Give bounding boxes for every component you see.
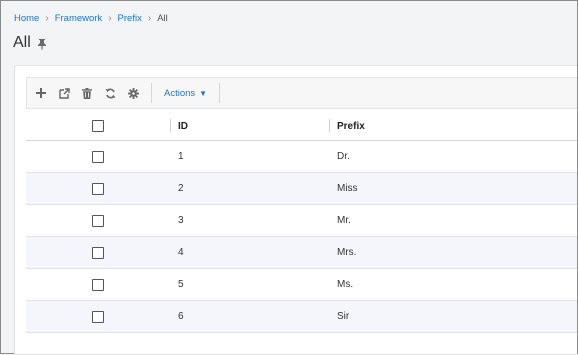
row-id: 3 [170,204,329,237]
breadcrumb-separator: › [45,13,49,24]
row-select-cell [26,204,170,237]
breadcrumb-separator: › [147,13,152,24]
row-checkbox[interactable] [92,182,104,195]
row-checkbox[interactable] [92,214,104,227]
toolbar-divider [151,83,152,103]
row-select-cell [26,300,170,333]
row-checkbox[interactable] [92,150,104,163]
caret-down-icon: ▼ [199,88,208,98]
page-title: All [13,34,31,51]
row-prefix: Ms. [329,268,577,301]
column-header-prefix[interactable]: Prefix [329,112,577,141]
select-all-cell [26,112,170,141]
row-id: 6 [170,300,329,333]
row-select-cell [26,236,170,269]
row-checkbox[interactable] [92,310,104,323]
table-row[interactable]: 3 Mr. [26,204,577,237]
actions-dropdown[interactable]: Actions ▼ [158,88,213,99]
refresh-icon[interactable] [99,82,121,104]
row-prefix: Dr. [329,140,577,173]
row-prefix: Sir [329,300,577,333]
actions-label: Actions [164,87,196,99]
table-row[interactable]: 4 Mrs. [26,236,577,269]
row-id: 5 [170,268,329,301]
row-id: 1 [170,140,329,173]
row-id: 4 [170,236,329,269]
table-header-row: ID Prefix [26,112,577,141]
row-checkbox[interactable] [92,278,104,291]
row-select-cell [26,268,170,301]
row-prefix: Mr. [329,204,577,237]
row-select-cell [26,172,170,205]
row-checkbox[interactable] [92,246,104,259]
add-icon[interactable] [30,82,52,104]
content-panel: Actions ▼ ID Prefix 1 Dr. 2 Miss 3 Mr. 4… [14,65,577,355]
open-external-icon[interactable] [53,82,75,104]
settings-icon[interactable] [122,82,144,104]
table-row[interactable]: 6 Sir [26,300,577,333]
breadcrumb: Home › Framework › Prefix › All [14,13,168,24]
breadcrumb-prefix[interactable]: Prefix [118,13,142,24]
pin-icon[interactable] [37,37,47,50]
breadcrumb-framework[interactable]: Framework [55,13,103,24]
page-title-row: All [13,34,47,52]
prefix-table: ID Prefix 1 Dr. 2 Miss 3 Mr. 4 Mrs. 5 Ms… [26,112,577,333]
row-select-cell [26,140,170,173]
row-prefix: Miss [329,172,577,205]
breadcrumb-separator: › [108,13,112,24]
breadcrumb-home[interactable]: Home [14,13,39,24]
table-row[interactable]: 1 Dr. [26,140,577,173]
row-id: 2 [170,172,329,205]
breadcrumb-current: All [157,13,168,24]
table-row[interactable]: 2 Miss [26,172,577,205]
table-row[interactable]: 5 Ms. [26,268,577,301]
toolbar-divider [219,83,221,103]
delete-icon[interactable] [76,82,98,104]
column-header-id[interactable]: ID [170,112,329,141]
row-prefix: Mrs. [329,236,577,269]
select-all-checkbox[interactable] [92,120,104,132]
toolbar: Actions ▼ [26,77,577,109]
